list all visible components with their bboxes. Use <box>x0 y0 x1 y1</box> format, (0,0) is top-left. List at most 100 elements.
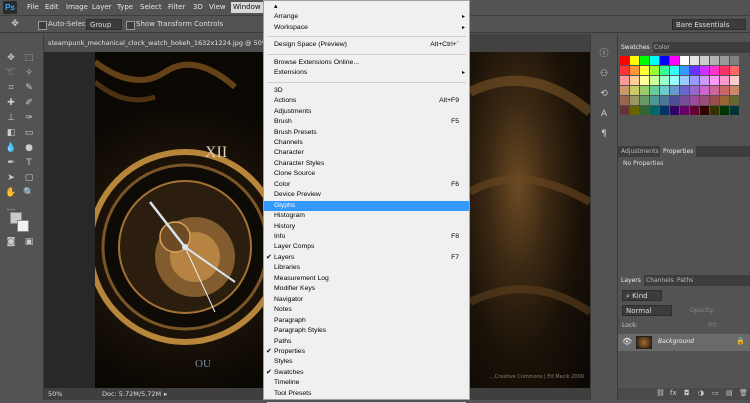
color-swatch[interactable] <box>660 66 669 75</box>
new-layer-icon[interactable]: ▤ <box>726 389 733 397</box>
menu-item-info[interactable]: Info F8 <box>264 232 469 242</box>
workspace-dropdown[interactable]: Bare Essentials <box>672 19 746 30</box>
color-swatch[interactable] <box>620 96 629 105</box>
color-swatch[interactable] <box>690 66 699 75</box>
color-swatch[interactable] <box>680 96 689 105</box>
gradient-icon[interactable]: ▭ <box>22 127 36 140</box>
tab-color[interactable]: Color <box>651 42 673 53</box>
menu-scroll-up[interactable]: ▴ <box>264 2 469 12</box>
color-swatch[interactable] <box>670 86 679 95</box>
menu-item-measurement-log[interactable]: Measurement Log <box>264 274 469 284</box>
color-swatch[interactable] <box>720 106 729 115</box>
color-swatch[interactable] <box>710 56 719 65</box>
tab-swatches[interactable]: Swatches <box>618 42 653 53</box>
menu-item-styles[interactable]: Styles <box>264 357 469 367</box>
color-swatch[interactable] <box>730 76 739 85</box>
color-swatch[interactable] <box>700 56 709 65</box>
color-swatch[interactable] <box>660 96 669 105</box>
menu-item-histogram[interactable]: Histogram <box>264 211 469 221</box>
color-swatch[interactable] <box>630 56 639 65</box>
menu-item-browse-extensions-online[interactable]: Browse Extensions Online... <box>264 58 469 68</box>
menu-item-layers[interactable]: ✔ Layers F7 <box>264 253 469 263</box>
menu-item-libraries[interactable]: Libraries <box>264 263 469 273</box>
menu-item-glyphs[interactable]: Glyphs <box>264 200 469 212</box>
color-swatch[interactable] <box>670 76 679 85</box>
menu-item-brush[interactable]: Brush F5 <box>264 117 469 127</box>
status-arrow-icon[interactable]: ▸ <box>164 388 167 400</box>
pen-icon[interactable]: ✒ <box>4 157 18 170</box>
menu-item-character-styles[interactable]: Character Styles <box>264 159 469 169</box>
eraser-icon[interactable]: ◧ <box>4 127 18 140</box>
menu-item-notes[interactable]: Notes <box>264 305 469 315</box>
menu-item-adjustments[interactable]: Adjustments <box>264 107 469 117</box>
color-swatch[interactable] <box>710 86 719 95</box>
color-swatch[interactable] <box>670 56 679 65</box>
color-swatch[interactable] <box>730 96 739 105</box>
color-swatch[interactable] <box>620 106 629 115</box>
menu-item-actions[interactable]: Actions Alt+F9 <box>264 96 469 106</box>
color-swatch[interactable] <box>700 76 709 85</box>
layer-row-background[interactable]: 👁 Background 🔒 <box>618 334 750 351</box>
rectangle-shape-icon[interactable]: ▢ <box>22 172 36 185</box>
color-swatch[interactable] <box>700 106 709 115</box>
color-swatch[interactable] <box>630 86 639 95</box>
color-swatch[interactable] <box>630 106 639 115</box>
color-swatch[interactable] <box>650 96 659 105</box>
color-swatch[interactable] <box>660 106 669 115</box>
blend-mode-dropdown[interactable]: Normal <box>622 305 672 316</box>
link-layers-icon[interactable]: ⛓ <box>656 389 665 397</box>
menu-image[interactable]: Image <box>66 2 88 13</box>
menu-item-color[interactable]: Color F6 <box>264 180 469 190</box>
color-swatch[interactable] <box>640 56 649 65</box>
color-swatch[interactable] <box>720 56 729 65</box>
layer-name[interactable]: Background <box>658 338 694 345</box>
color-swatch[interactable] <box>630 76 639 85</box>
dodge-icon[interactable]: ● <box>22 142 36 155</box>
color-swatch[interactable] <box>690 106 699 115</box>
menu-item-navigator[interactable]: Navigator <box>264 295 469 305</box>
healing-brush-icon[interactable]: ✚ <box>4 97 18 110</box>
color-swatch[interactable] <box>680 106 689 115</box>
tab-adjustments[interactable]: Adjustments <box>618 146 662 157</box>
tab-properties[interactable]: Properties <box>660 146 697 157</box>
menu-item-channels[interactable]: Channels <box>264 138 469 148</box>
clone-stamp-icon[interactable]: ⊥ <box>4 112 18 125</box>
color-swatch[interactable] <box>720 66 729 75</box>
character-panel-icon[interactable]: A <box>597 108 611 121</box>
color-swatch[interactable] <box>710 106 719 115</box>
paragraph-panel-icon[interactable]: ¶ <box>597 128 611 141</box>
menu-item-timeline[interactable]: Timeline <box>264 378 469 388</box>
menu-type[interactable]: Type <box>117 2 133 13</box>
tab-channels[interactable]: Channels <box>643 275 677 286</box>
brush-icon[interactable]: ✐ <box>22 97 36 110</box>
color-swatch[interactable] <box>640 106 649 115</box>
color-swatch[interactable] <box>630 66 639 75</box>
transform-controls-checkbox[interactable] <box>126 21 135 30</box>
color-swatch[interactable] <box>660 86 669 95</box>
menu-item-design-space-preview[interactable]: Design Space (Preview) Alt+Ctrl+` <box>264 40 469 50</box>
color-swatch[interactable] <box>650 66 659 75</box>
layer-visibility-eye-icon[interactable]: 👁 <box>622 337 632 346</box>
magic-wand-icon[interactable]: ✧ <box>22 67 36 80</box>
menu-item-properties[interactable]: ✔ Properties <box>264 347 469 357</box>
history-panel-icon[interactable]: ⟲ <box>597 88 611 101</box>
menu-item-layer-comps[interactable]: Layer Comps <box>264 242 469 252</box>
menu-item-paragraph-styles[interactable]: Paragraph Styles <box>264 326 469 336</box>
menu-item-paths[interactable]: Paths <box>264 337 469 347</box>
color-swatch[interactable] <box>670 106 679 115</box>
color-swatch[interactable] <box>730 56 739 65</box>
menu-item-history[interactable]: History <box>264 222 469 232</box>
color-swatch[interactable] <box>670 66 679 75</box>
menu-item-workspace[interactable]: Workspace ▸ <box>264 23 469 33</box>
color-swatch[interactable] <box>730 86 739 95</box>
delete-layer-icon[interactable]: 🗑 <box>739 389 748 397</box>
auto-select-checkbox[interactable] <box>38 21 47 30</box>
color-swatch[interactable] <box>680 56 689 65</box>
menu-item-brush-presets[interactable]: Brush Presets <box>264 128 469 138</box>
menu-item-tool-presets[interactable]: Tool Presets <box>264 389 469 399</box>
color-swatch[interactable] <box>680 66 689 75</box>
color-swatch[interactable] <box>690 76 699 85</box>
screen-mode-icon[interactable]: ▣ <box>22 236 36 249</box>
menu-window[interactable]: Window <box>231 2 263 13</box>
color-swatch[interactable] <box>700 86 709 95</box>
